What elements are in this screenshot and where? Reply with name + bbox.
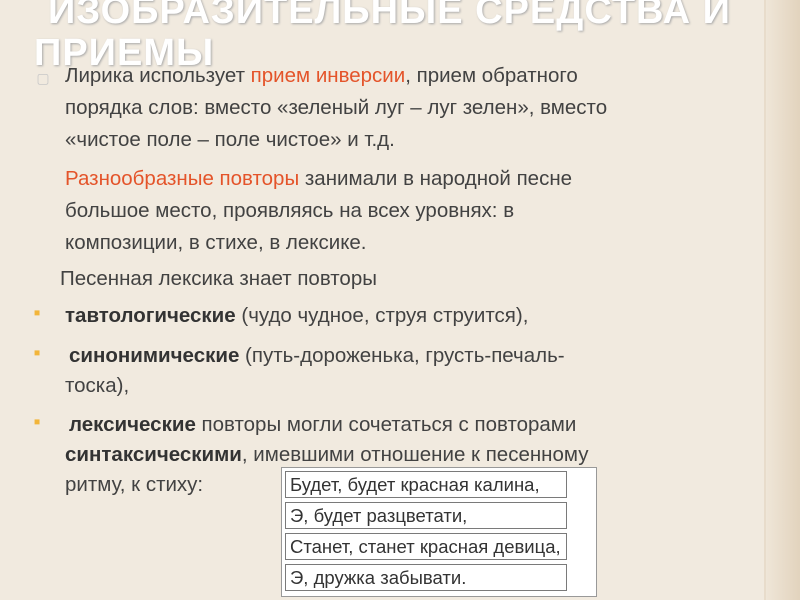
song-line-3: Станет, станет красная девица, [285, 533, 567, 560]
dot-bullet-icon: ▪ [33, 302, 41, 324]
text: повторы могли сочетаться с повторами [195, 413, 577, 436]
paragraph-repeats-line-2: большое место, проявляясь на всех уровня… [65, 199, 515, 222]
dot-bullet-icon: ▪ [33, 411, 41, 433]
term-tautological: тавтологические [65, 304, 236, 327]
text: (путь-дороженька, грусть-печаль- [239, 344, 565, 367]
text: , прием обратного [405, 64, 578, 87]
text: Лирика использует [65, 64, 251, 87]
highlight-inversion: прием инверсии [250, 64, 406, 87]
dot-bullet-icon: ▪ [33, 342, 41, 364]
song-line-1: Будет, будет красная калина, [285, 471, 567, 498]
term-synonymic: синонимические [69, 344, 240, 367]
paragraph-inversion-line-2: порядка слов: вместо «зеленый луг – луг … [65, 96, 608, 119]
bullet-tautological: тавтологические (чудо чудное, струя стру… [65, 302, 528, 330]
intro-line: Песенная лексика знает повторы [60, 267, 377, 290]
paragraph-inversion-line-1: Лирика использует прием инверсии, прием … [65, 62, 578, 90]
paragraph-inversion-line-3: «чистое поле – поле чистое» и т.д. [65, 128, 395, 151]
text: , имевшими отношение к песенному [241, 443, 589, 466]
bullet-lexical-line-1: лексические повторы могли сочетаться с п… [69, 411, 576, 439]
bullet-synonymic: синонимические (путь-дороженька, грусть-… [69, 342, 565, 370]
highlight-repeats: Разнообразные повторы [65, 167, 300, 190]
paragraph-repeats-line-1: Разнообразные повторы занимали в народно… [65, 165, 572, 193]
paragraph-repeats-line-3: композиции, в стихе, в лексике. [65, 231, 367, 254]
song-excerpt-table: Будет, будет красная калина, Э, будет ра… [281, 467, 597, 597]
bullet-lexical-line-2: синтаксическими, имевшими отношение к пе… [65, 441, 588, 469]
slide: ИЗОБРАЗИТЕЛЬНЫЕ СРЕДСТВА И ПРИЕМЫ ▢ Лири… [0, 0, 800, 600]
bullet-lexical-line-3: ритму, к стиху: [65, 473, 204, 496]
text: занимали в народной песне [299, 167, 573, 190]
term-syntactic: синтаксическими [65, 443, 242, 466]
bullet-synonymic-cont: тоска), [65, 374, 130, 397]
square-bullet-icon: ▢ [36, 70, 50, 86]
term-lexical: лексические [69, 413, 196, 436]
song-line-4: Э, дружка забывати. [285, 564, 567, 591]
song-line-2: Э, будет разцветати, [285, 502, 567, 529]
text: (чудо чудное, струя струится), [235, 304, 529, 327]
